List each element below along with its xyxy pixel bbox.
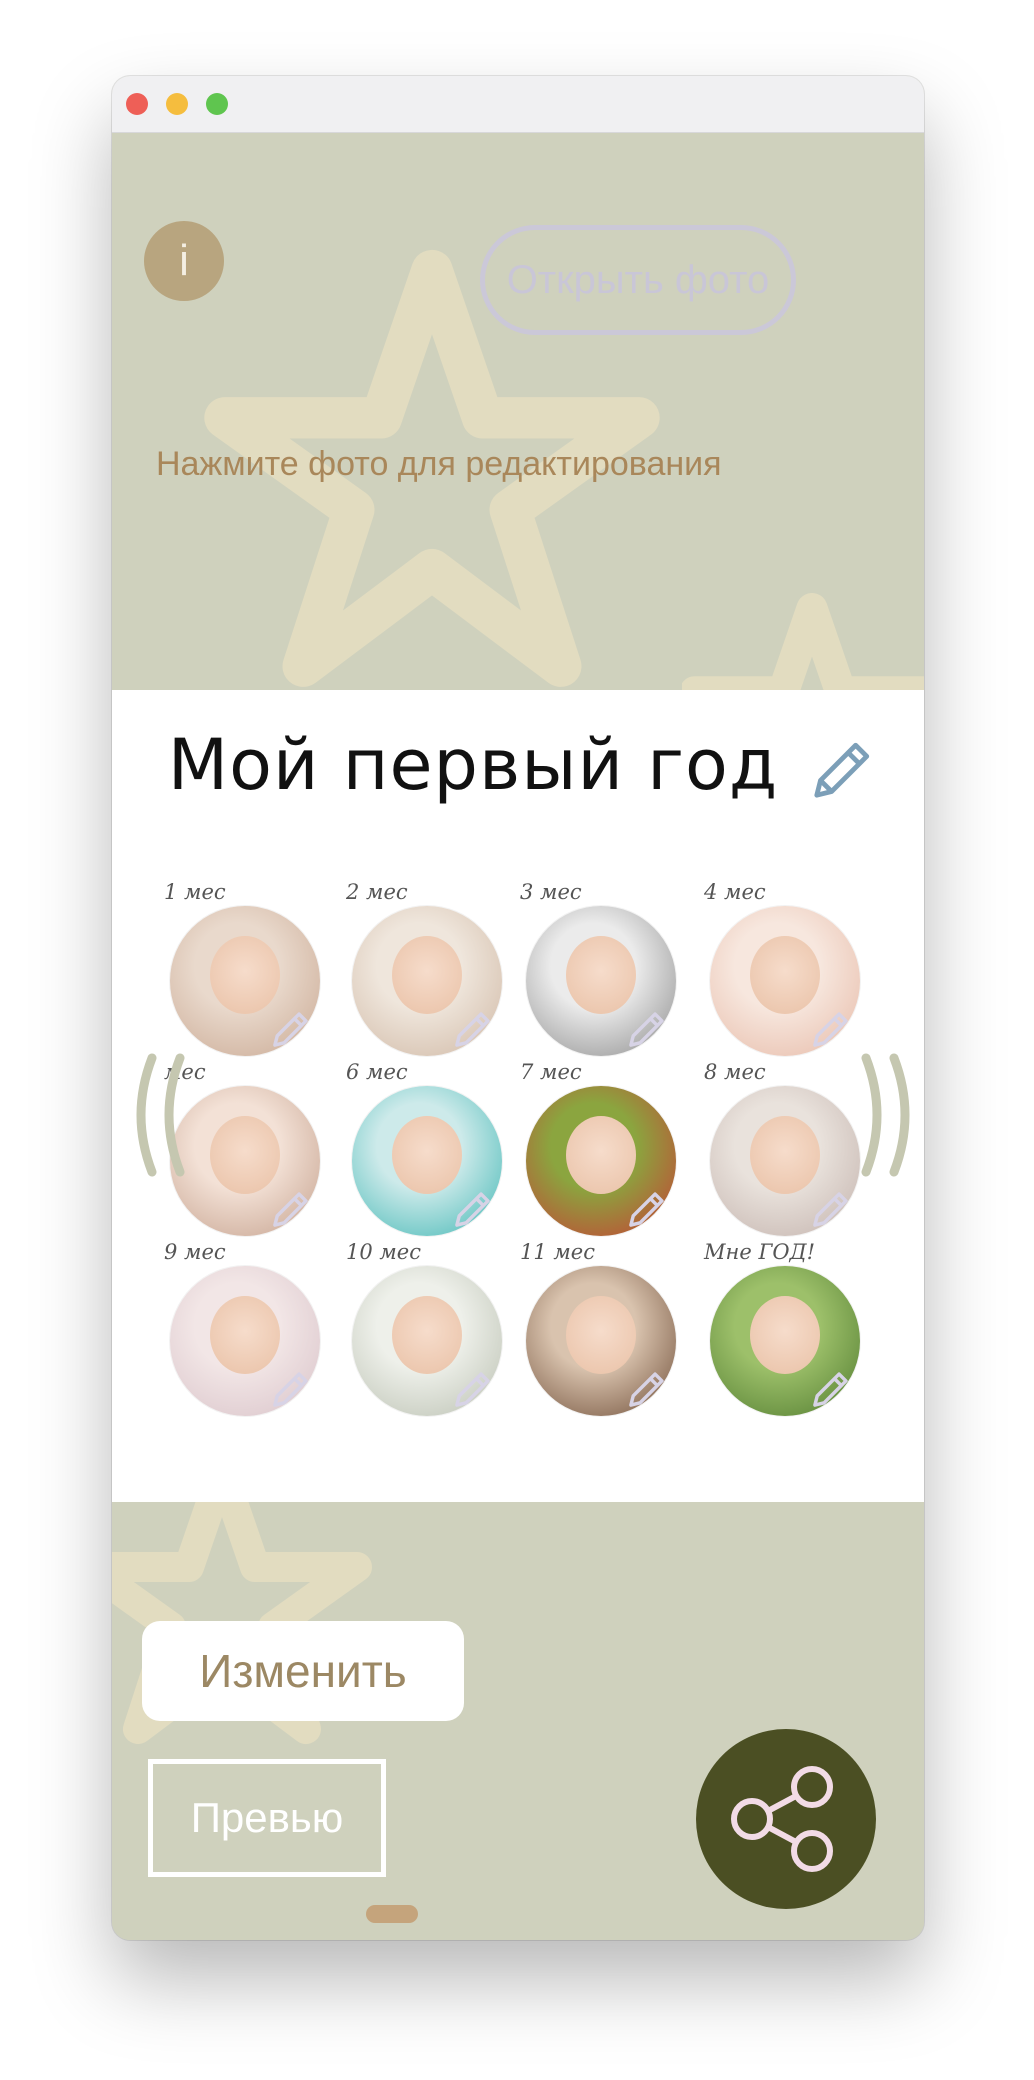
share-icon bbox=[731, 1766, 833, 1872]
month-photo[interactable] bbox=[526, 906, 676, 1056]
edit-pencil-icon[interactable] bbox=[808, 1366, 854, 1412]
edit-pencil-icon[interactable] bbox=[268, 1366, 314, 1412]
info-button[interactable]: i bbox=[144, 221, 224, 301]
app-window: i Открыть фото Нажмите фото для редактир… bbox=[112, 76, 924, 1940]
month-cell[interactable]: 8 мес bbox=[704, 1060, 864, 1240]
baby-face-shape bbox=[392, 1296, 462, 1374]
month-photo[interactable] bbox=[170, 1086, 320, 1236]
month-label: 3 мес bbox=[520, 880, 582, 904]
edit-title-pencil-icon[interactable] bbox=[802, 736, 876, 810]
collage-card: Мой первый год 1 мес 2 мес 3 мес 4 мес мес 6 … bbox=[112, 690, 924, 1502]
baby-face-shape bbox=[210, 936, 280, 1014]
minimize-window-button[interactable] bbox=[166, 93, 188, 115]
change-button[interactable]: Изменить bbox=[142, 1621, 464, 1721]
baby-face-shape bbox=[566, 1116, 636, 1194]
edit-pencil-icon[interactable] bbox=[268, 1186, 314, 1232]
month-cell[interactable]: 6 мес bbox=[346, 1060, 506, 1240]
month-label: 4 мес bbox=[704, 880, 766, 904]
month-label: 11 мес bbox=[520, 1240, 595, 1264]
month-photo[interactable] bbox=[710, 906, 860, 1056]
month-label: 2 мес bbox=[346, 880, 408, 904]
preview-button[interactable]: Превью bbox=[148, 1759, 386, 1877]
edit-pencil-icon[interactable] bbox=[808, 1186, 854, 1232]
month-label: 1 мес bbox=[164, 880, 226, 904]
month-photo[interactable] bbox=[526, 1266, 676, 1416]
month-label: Мне ГОД! bbox=[704, 1240, 816, 1264]
month-photo[interactable] bbox=[170, 1266, 320, 1416]
month-cell[interactable]: 9 мес bbox=[164, 1240, 324, 1420]
title-bar bbox=[112, 76, 924, 133]
month-label: 10 мес bbox=[346, 1240, 421, 1264]
month-cell[interactable]: 11 мес bbox=[520, 1240, 680, 1420]
month-cell[interactable]: 2 мес bbox=[346, 880, 506, 1060]
drag-handle[interactable] bbox=[366, 1905, 418, 1923]
edit-pencil-icon[interactable] bbox=[450, 1366, 496, 1412]
close-window-button[interactable] bbox=[126, 93, 148, 115]
edit-pencil-icon[interactable] bbox=[808, 1006, 854, 1052]
month-photo[interactable] bbox=[352, 1266, 502, 1416]
baby-face-shape bbox=[750, 1296, 820, 1374]
open-photo-button[interactable]: Открыть фото bbox=[480, 225, 796, 335]
month-photo[interactable] bbox=[352, 906, 502, 1056]
month-cell[interactable]: 7 мес bbox=[520, 1060, 680, 1240]
month-cell[interactable]: 1 мес bbox=[164, 880, 324, 1060]
month-photo[interactable] bbox=[710, 1086, 860, 1236]
month-cell[interactable]: Мне ГОД! bbox=[704, 1240, 864, 1420]
month-photo[interactable] bbox=[526, 1086, 676, 1236]
baby-face-shape bbox=[210, 1296, 280, 1374]
app-content: i Открыть фото Нажмите фото для редактир… bbox=[112, 133, 924, 1940]
baby-face-shape bbox=[392, 1116, 462, 1194]
share-button[interactable] bbox=[696, 1729, 876, 1909]
edit-pencil-icon[interactable] bbox=[624, 1366, 670, 1412]
baby-face-shape bbox=[392, 936, 462, 1014]
month-label: 9 мес bbox=[164, 1240, 226, 1264]
edit-pencil-icon[interactable] bbox=[450, 1006, 496, 1052]
info-icon: i bbox=[179, 236, 189, 285]
baby-face-shape bbox=[750, 936, 820, 1014]
baby-face-shape bbox=[750, 1116, 820, 1194]
edit-hint-text: Нажмите фото для редактирования bbox=[156, 445, 722, 483]
baby-face-shape bbox=[566, 936, 636, 1014]
zoom-window-button[interactable] bbox=[206, 93, 228, 115]
month-cell[interactable]: 4 мес bbox=[704, 880, 864, 1060]
month-photo[interactable] bbox=[170, 906, 320, 1056]
month-photo[interactable] bbox=[710, 1266, 860, 1416]
month-photo[interactable] bbox=[352, 1086, 502, 1236]
previous-arrow-icon[interactable] bbox=[122, 1050, 192, 1180]
month-label: 7 мес bbox=[520, 1060, 582, 1084]
edit-pencil-icon[interactable] bbox=[624, 1186, 670, 1232]
edit-pencil-icon[interactable] bbox=[268, 1006, 314, 1052]
month-label: 8 мес bbox=[704, 1060, 766, 1084]
edit-pencil-icon[interactable] bbox=[624, 1006, 670, 1052]
month-cell[interactable]: 3 мес bbox=[520, 880, 680, 1060]
edit-pencil-icon[interactable] bbox=[450, 1186, 496, 1232]
baby-face-shape bbox=[210, 1116, 280, 1194]
month-label: 6 мес bbox=[346, 1060, 408, 1084]
baby-face-shape bbox=[566, 1296, 636, 1374]
next-arrow-icon[interactable] bbox=[854, 1050, 924, 1180]
month-cell[interactable]: 10 мес bbox=[346, 1240, 506, 1420]
